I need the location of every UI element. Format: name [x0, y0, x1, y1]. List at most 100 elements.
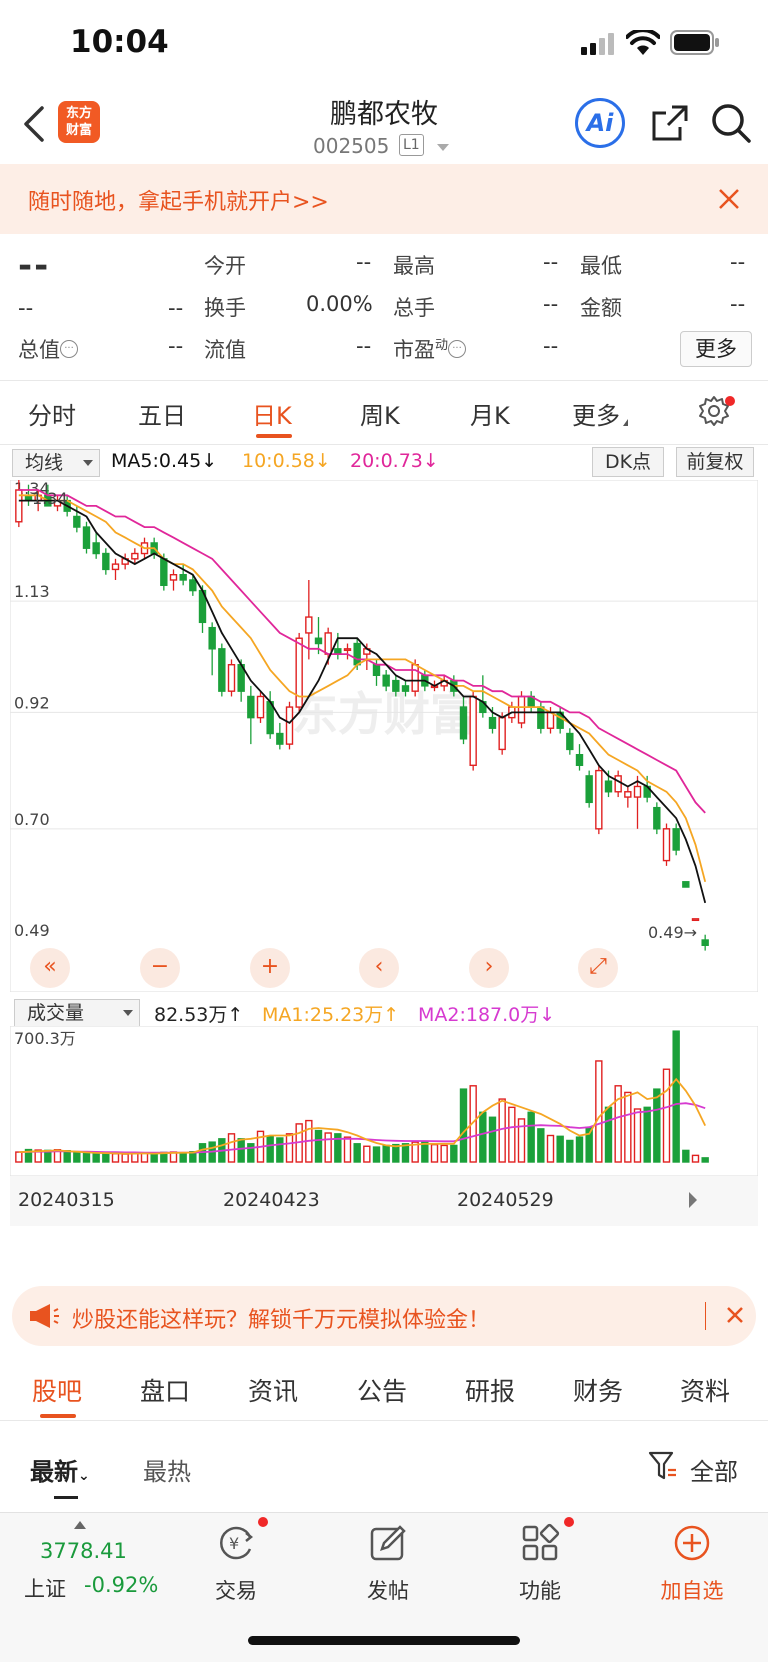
scroll-right-button[interactable]: ›	[469, 948, 509, 988]
divider	[0, 1420, 768, 1421]
candle	[575, 754, 584, 766]
fullscreen-button[interactable]: ⤢	[578, 948, 618, 988]
amount-label: 金额	[580, 296, 622, 320]
scroll-left-button[interactable]: ‹	[359, 948, 399, 988]
volume-bar	[595, 1060, 603, 1163]
volume-bar	[111, 1153, 120, 1163]
turnover-value: 0.00%	[306, 292, 373, 316]
add-watchlist-button[interactable]: 加自选	[642, 1513, 742, 1623]
level-dropdown-icon[interactable]	[437, 144, 449, 151]
index-name[interactable]: 上证	[24, 1573, 66, 1603]
candle	[227, 664, 236, 692]
tab-daily-k[interactable]: 日K	[252, 396, 292, 431]
close-icon[interactable]	[718, 188, 740, 210]
date-label: 20240315	[18, 1189, 115, 1211]
volume-bar	[498, 1098, 506, 1163]
indicator-selector[interactable]: 均线	[12, 449, 100, 477]
pe-info-icon[interactable]: ···	[448, 340, 467, 358]
adjust-button[interactable]: 前复权	[676, 447, 754, 477]
pe-label: 市盈动 ···	[393, 334, 467, 364]
volume-bar	[546, 1134, 555, 1163]
volume-bar	[537, 1128, 545, 1163]
candle	[392, 679, 400, 692]
filter-all[interactable]: 全部	[690, 1452, 738, 1487]
share-icon[interactable]	[650, 103, 690, 143]
volume-chart[interactable]: 700.3万 20240315 20240423 20240529	[10, 1026, 758, 1226]
tab-research[interactable]: 研报	[465, 1372, 515, 1408]
candle	[604, 780, 613, 793]
tab-profile[interactable]: 资料	[680, 1372, 730, 1408]
banner-text[interactable]: 随时随地，拿起手机就开户>>	[28, 184, 329, 216]
tab-weekly-k[interactable]: 周K	[360, 396, 400, 431]
candle	[633, 785, 642, 798]
volume-bar	[440, 1144, 448, 1163]
notification-dot	[725, 396, 735, 406]
search-icon[interactable]	[710, 102, 752, 144]
volume-bar	[276, 1137, 284, 1163]
add-circle-icon	[674, 1525, 710, 1561]
current-price: --	[18, 246, 51, 286]
high-label: 最高	[393, 254, 435, 278]
volume-indicator-selector[interactable]: 成交量	[14, 999, 140, 1027]
quote-panel: -- -- -- 今开 -- 最高 -- 最低 -- 换手 0.00% 总手 -…	[0, 234, 768, 380]
svg-text:¥: ¥	[229, 1534, 239, 1553]
grid-icon	[522, 1523, 560, 1561]
float-value-label: 流值	[204, 338, 246, 362]
close-icon[interactable]	[726, 1306, 744, 1324]
kline-chart[interactable]: 东方财富1.341.130.920.700.491.340.49→	[10, 480, 758, 992]
volume-bar	[227, 1133, 236, 1163]
volume-bar	[527, 1111, 535, 1163]
volume-bar	[285, 1133, 294, 1163]
tab-orderbook[interactable]: 盘口	[140, 1372, 190, 1408]
functions-button[interactable]: 功能	[490, 1513, 590, 1623]
low-value: --	[730, 250, 746, 274]
level-badge[interactable]: L1	[399, 134, 424, 156]
filter-icon[interactable]	[648, 1450, 678, 1482]
dk-point-button[interactable]: DK点	[592, 447, 664, 477]
tab-five-day[interactable]: 五日	[138, 396, 186, 431]
candle	[546, 711, 555, 729]
index-value[interactable]: 3778.41	[40, 1539, 127, 1563]
candle	[537, 706, 545, 729]
vol-ma2-value: MA2:187.0万↓	[418, 1000, 555, 1027]
candle	[218, 648, 226, 692]
sort-latest[interactable]: 最新⌄	[30, 1452, 90, 1487]
candle	[411, 664, 419, 692]
ma20-arrow: ↓	[422, 450, 439, 472]
ai-assistant-button[interactable]: Ai	[575, 98, 625, 148]
candle	[179, 574, 187, 581]
stock-code: 002505	[313, 134, 390, 158]
volume-text: 82.53万	[154, 1004, 228, 1026]
quote-more-button[interactable]: 更多	[680, 331, 752, 367]
vol-ma1-text: MA1:25.23万	[262, 1004, 384, 1026]
volume-bar	[614, 1085, 622, 1163]
tab-intraday[interactable]: 分时	[28, 396, 76, 431]
tab-more[interactable]: 更多	[572, 396, 628, 431]
index-expand-icon[interactable]	[74, 1521, 86, 1529]
banner-text[interactable]: 炒股还能这样玩？解锁千万元模拟体验金！	[72, 1302, 490, 1334]
trade-button[interactable]: ¥ 交易	[186, 1513, 286, 1623]
candle	[614, 775, 622, 793]
tab-financials[interactable]: 财务	[573, 1372, 623, 1408]
candle	[189, 579, 197, 592]
volume-bar	[150, 1153, 158, 1163]
volume-selector-label: 成交量	[27, 1002, 85, 1024]
info-icon[interactable]: ···	[60, 340, 78, 358]
volume-bar	[672, 1030, 680, 1163]
volume-bar	[682, 1149, 690, 1163]
candle	[401, 685, 410, 692]
tab-announcements[interactable]: 公告	[357, 1372, 407, 1408]
tab-forum[interactable]: 股吧	[32, 1372, 82, 1408]
index-change[interactable]: -0.92%	[84, 1573, 158, 1597]
tab-monthly-k[interactable]: 月K	[470, 396, 510, 431]
zoom-out-button[interactable]: −	[140, 948, 180, 988]
tab-news[interactable]: 资讯	[248, 1372, 298, 1408]
account-open-banner[interactable]: 随时随地，拿起手机就开户>>	[0, 164, 768, 234]
zoom-in-button[interactable]: +	[250, 948, 290, 988]
simulation-banner[interactable]: 炒股还能这样玩？解锁千万元模拟体验金！	[12, 1286, 756, 1346]
zoom-fast-back-button[interactable]: «	[30, 948, 70, 988]
candle	[353, 642, 361, 666]
post-button[interactable]: 发帖	[338, 1513, 438, 1623]
volume-bar	[401, 1143, 410, 1163]
sort-hot[interactable]: 最热	[143, 1452, 191, 1487]
